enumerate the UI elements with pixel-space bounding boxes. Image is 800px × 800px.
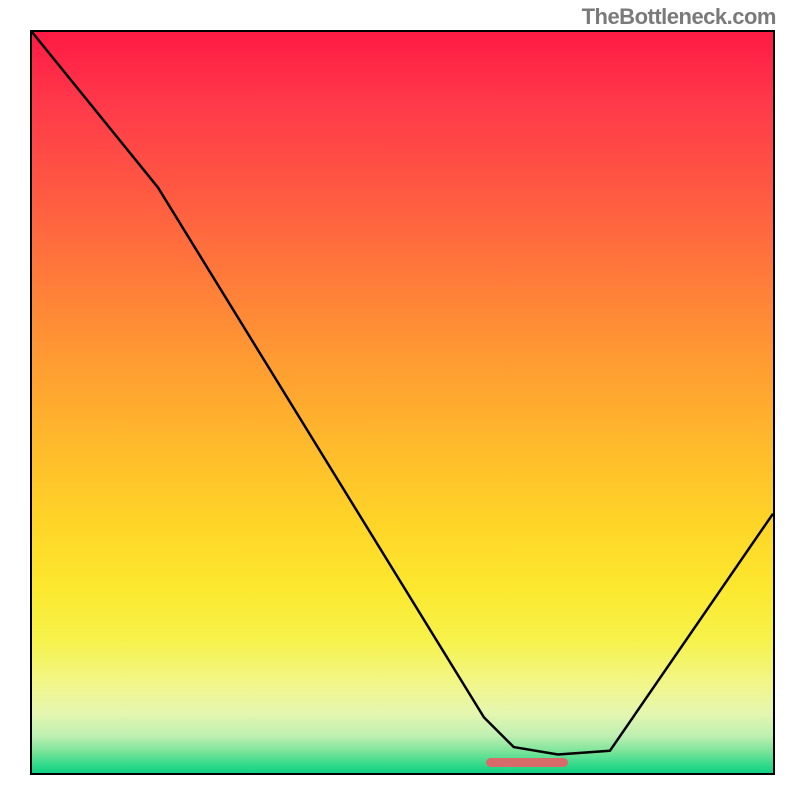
marker-band — [486, 758, 568, 767]
watermark-label: TheBottleneck.com — [582, 4, 776, 30]
data-curve — [32, 32, 773, 754]
chart-plot-area — [30, 30, 775, 775]
chart-svg — [32, 32, 773, 773]
